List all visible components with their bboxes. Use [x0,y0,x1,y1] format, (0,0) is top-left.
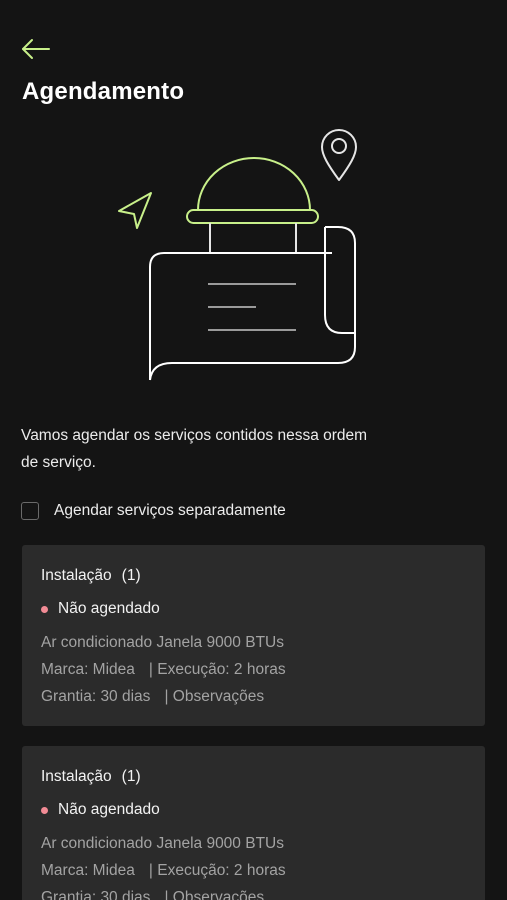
arrow-left-icon [22,39,50,59]
product-name: Ar condicionado Janela 9000 BTUs [41,634,284,651]
product-name: Ar condicionado Janela 9000 BTUs [41,835,284,852]
service-card[interactable]: Instalação (1) Não agendado Ar condiciona… [22,545,485,726]
status-badge: Não agendado [41,801,160,819]
separate-scheduling-option[interactable]: Agendar serviços separadamente [21,499,286,523]
warranty-text: Grantia: 30 dias [41,688,151,705]
status-dot-icon [41,806,48,814]
status-text: Não agendado [58,600,160,617]
separate-scheduling-checkbox[interactable] [21,502,39,520]
service-count: (1) [121,768,141,785]
status-dot-icon [41,605,48,613]
execution-text: | Execução: 2 horas [148,862,286,879]
execution-text: | Execução: 2 horas [148,661,286,678]
page-title: Agendamento [22,78,185,105]
service-title: Instalação (1) [41,768,141,786]
scheduling-screen: Agendamento Vamos agendar os serviços co… [0,0,507,900]
status-text: Não agendado [58,801,160,818]
brand-text: Marca: Midea [41,661,135,678]
status-badge: Não agendado [41,600,160,618]
service-warranty-row: Grantia: 30 dias | Observações [41,688,264,706]
service-name: Instalação [41,768,112,785]
location-pin-icon [321,129,357,181]
service-order-scroll-icon [149,226,356,381]
service-name: Instalação [41,567,112,584]
service-details-row: Marca: Midea | Execução: 2 horas [41,661,286,679]
separate-scheduling-label: Agendar serviços separadamente [54,502,286,519]
observations-link[interactable]: | Observações [164,889,264,900]
navigation-arrow-icon [118,192,152,229]
back-button[interactable] [20,38,52,62]
intro-text: Vamos agendar os serviços contidos nessa… [21,427,368,471]
warranty-text: Grantia: 30 dias [41,889,151,900]
observations-link[interactable]: | Observações [164,688,264,705]
dome-icon [186,157,319,253]
service-card[interactable]: Instalação (1) Não agendado Ar condiciona… [22,746,485,900]
service-title: Instalação (1) [41,567,141,585]
service-details-row: Marca: Midea | Execução: 2 horas [41,862,286,880]
service-warranty-row: Grantia: 30 dias | Observações [41,889,264,900]
scheduling-illustration [118,129,357,381]
brand-text: Marca: Midea [41,862,135,879]
service-count: (1) [121,567,141,584]
